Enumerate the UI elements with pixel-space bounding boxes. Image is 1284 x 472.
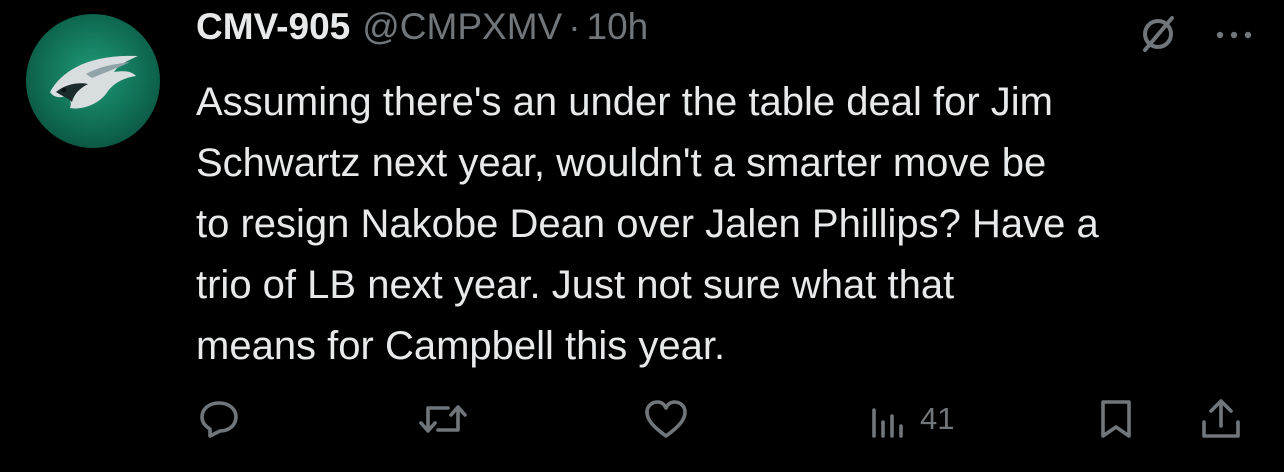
- retweet-icon: [418, 396, 468, 442]
- tweet-header: CMV-905 @CMPXMV · 10h: [196, 6, 648, 58]
- more-icon[interactable]: [1214, 28, 1254, 46]
- views-icon: [868, 396, 908, 442]
- avatar[interactable]: [26, 14, 160, 148]
- author-handle[interactable]: @CMPXMV: [362, 6, 562, 48]
- share-icon: [1198, 396, 1244, 442]
- reply-icon: [196, 396, 242, 442]
- eagle-logo-icon: [50, 55, 138, 109]
- views-count: 41: [920, 401, 955, 436]
- reply-button[interactable]: [196, 396, 242, 442]
- grok-icon[interactable]: [1136, 12, 1180, 61]
- bookmark-icon: [1096, 396, 1136, 442]
- tweet-text: Assuming there's an under the table deal…: [196, 80, 1099, 368]
- separator-dot: ·: [568, 6, 581, 47]
- views-button[interactable]: 41: [868, 396, 954, 442]
- like-button[interactable]: [642, 396, 690, 442]
- tweet-top-actions: [1136, 12, 1254, 61]
- tweet-actions: 41: [196, 396, 1256, 446]
- retweet-button[interactable]: [418, 396, 468, 442]
- tweet-time[interactable]: 10h: [587, 6, 649, 48]
- tweet[interactable]: CMV-905 @CMPXMV · 10h Assuming there's a…: [0, 0, 1284, 472]
- like-icon: [642, 396, 690, 442]
- share-button[interactable]: [1198, 396, 1244, 442]
- author-name[interactable]: CMV-905: [196, 6, 350, 48]
- bookmark-button[interactable]: [1096, 396, 1136, 442]
